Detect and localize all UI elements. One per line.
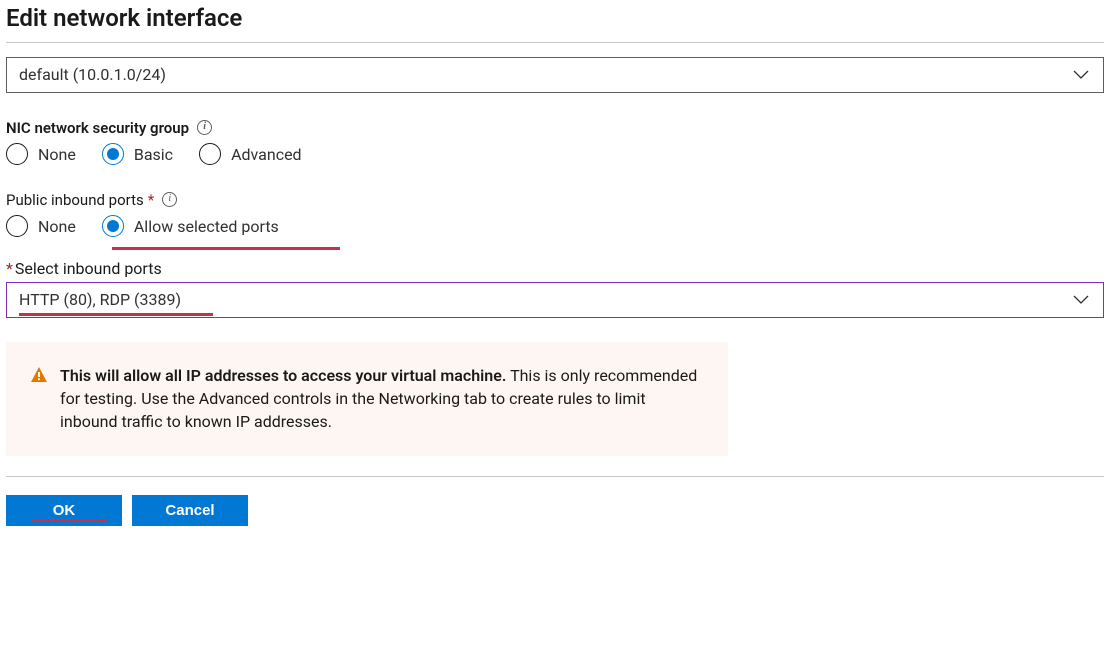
nsg-radio-none-label: None — [38, 145, 76, 164]
highlight-underline — [112, 247, 340, 250]
nsg-radio-none[interactable]: None — [6, 143, 76, 165]
warning-icon — [30, 366, 48, 434]
nsg-label: NIC network security group i — [6, 119, 1104, 137]
inbound-ports-radio-allow[interactable]: Allow selected ports — [102, 215, 279, 237]
divider-top — [6, 42, 1104, 43]
highlight-underline — [32, 519, 108, 522]
warning-text: This will allow all IP addresses to acce… — [60, 364, 704, 434]
chevron-down-icon — [1073, 289, 1089, 311]
button-row: OK Cancel — [6, 495, 1104, 526]
chevron-down-icon — [1073, 64, 1089, 86]
nsg-radio-advanced-label: Advanced — [231, 145, 302, 164]
subnet-value: default (10.0.1.0/24) — [19, 64, 166, 86]
inbound-ports-label: Public inbound ports * i — [6, 191, 1104, 209]
divider-bottom — [6, 476, 1104, 477]
warning-box: This will allow all IP addresses to acce… — [6, 342, 728, 456]
inbound-ports-radio-allow-label: Allow selected ports — [134, 217, 279, 236]
select-ports-dropdown[interactable]: HTTP (80), RDP (3389) — [6, 282, 1104, 318]
ok-button[interactable]: OK — [6, 495, 122, 526]
nsg-radio-group: None Basic Advanced — [6, 143, 1104, 165]
inbound-ports-radio-none-label: None — [38, 217, 76, 236]
cancel-button[interactable]: Cancel — [132, 495, 248, 526]
inbound-ports-radio-group: None Allow selected ports — [6, 215, 1104, 237]
page-title: Edit network interface — [6, 4, 1104, 32]
highlight-underline — [19, 313, 213, 316]
inbound-ports-radio-none[interactable]: None — [6, 215, 76, 237]
select-ports-value: HTTP (80), RDP (3389) — [19, 289, 181, 311]
nsg-radio-basic[interactable]: Basic — [102, 143, 173, 165]
info-icon[interactable]: i — [162, 192, 177, 207]
nsg-radio-basic-label: Basic — [134, 145, 173, 164]
subnet-dropdown[interactable]: default (10.0.1.0/24) — [6, 57, 1104, 93]
info-icon[interactable]: i — [197, 120, 212, 135]
select-ports-label: *Select inbound ports — [6, 259, 1104, 278]
nsg-radio-advanced[interactable]: Advanced — [199, 143, 302, 165]
